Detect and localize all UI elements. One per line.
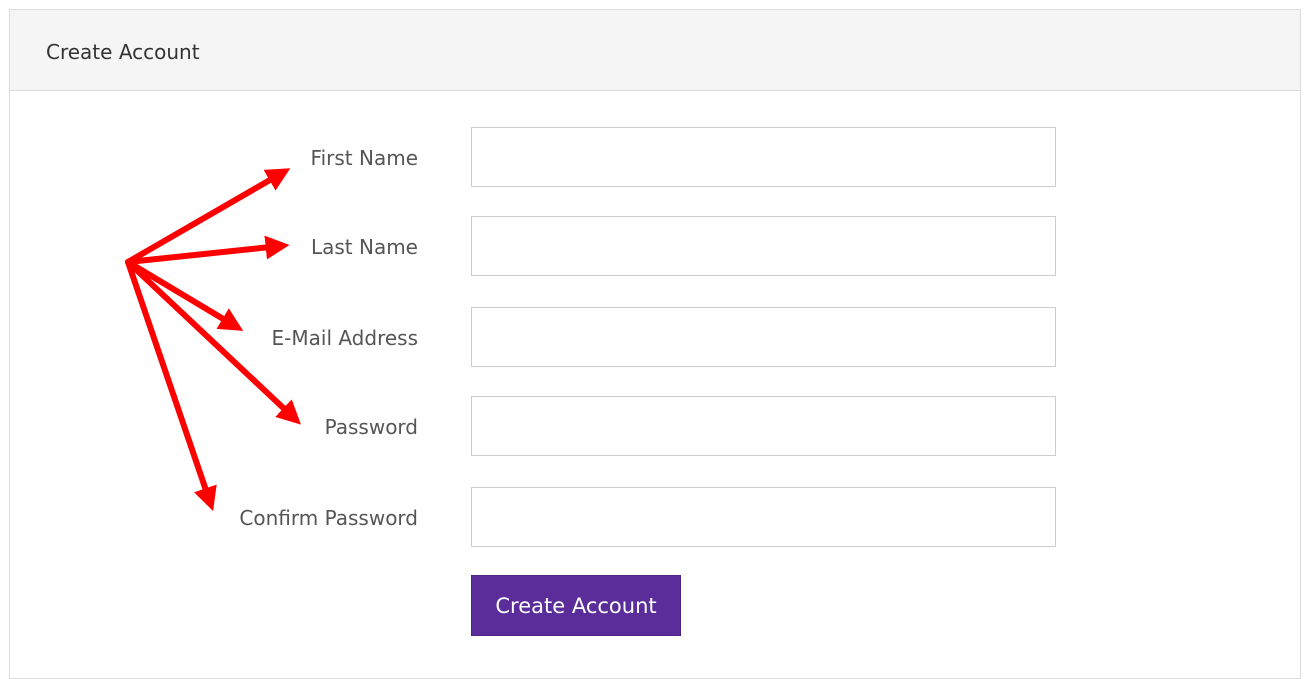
- first-name-input[interactable]: [471, 127, 1056, 187]
- create-account-button[interactable]: Create Account: [471, 575, 681, 636]
- password-label: Password: [324, 415, 418, 439]
- last-name-label: Last Name: [310, 235, 418, 259]
- email-address-label: E-Mail Address: [271, 326, 418, 350]
- email-address-input[interactable]: [471, 307, 1056, 367]
- panel-title: Create Account: [46, 40, 200, 64]
- confirm-password-input[interactable]: [471, 487, 1056, 547]
- confirm-password-label: Confirm Password: [239, 506, 418, 530]
- last-name-input[interactable]: [471, 216, 1056, 276]
- first-name-label: First Name: [310, 146, 418, 170]
- panel-heading: Create Account: [10, 10, 1300, 91]
- password-input[interactable]: [471, 396, 1056, 456]
